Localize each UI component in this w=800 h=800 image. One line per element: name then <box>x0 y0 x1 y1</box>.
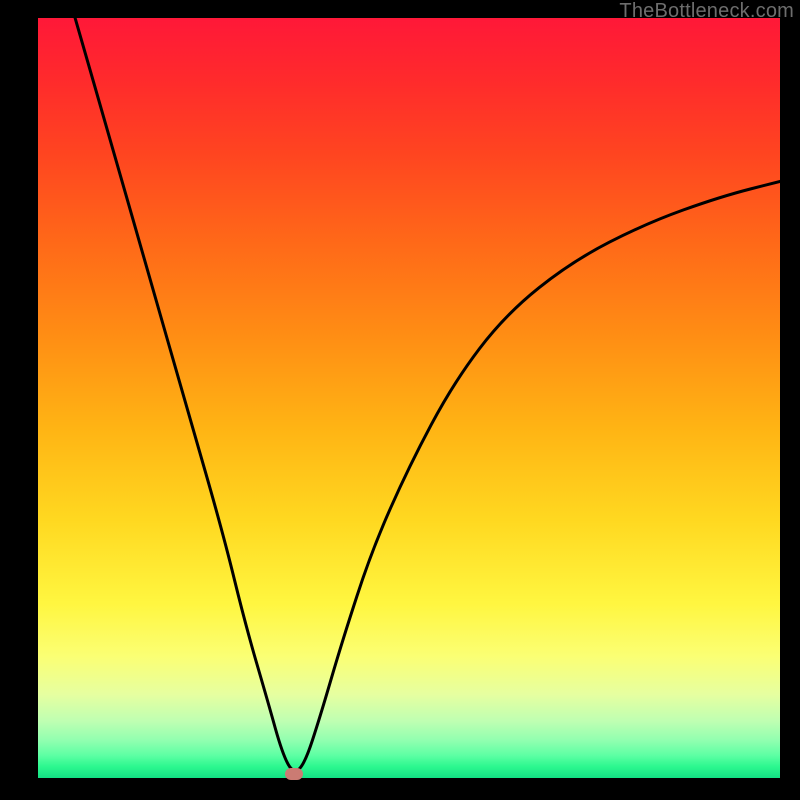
watermark: TheBottleneck.com <box>619 0 794 23</box>
plot-area <box>38 18 780 778</box>
optimum-marker <box>285 768 303 780</box>
frame: TheBottleneck.com <box>0 0 800 800</box>
curve-svg <box>38 18 780 778</box>
bottleneck-curve <box>75 18 780 771</box>
